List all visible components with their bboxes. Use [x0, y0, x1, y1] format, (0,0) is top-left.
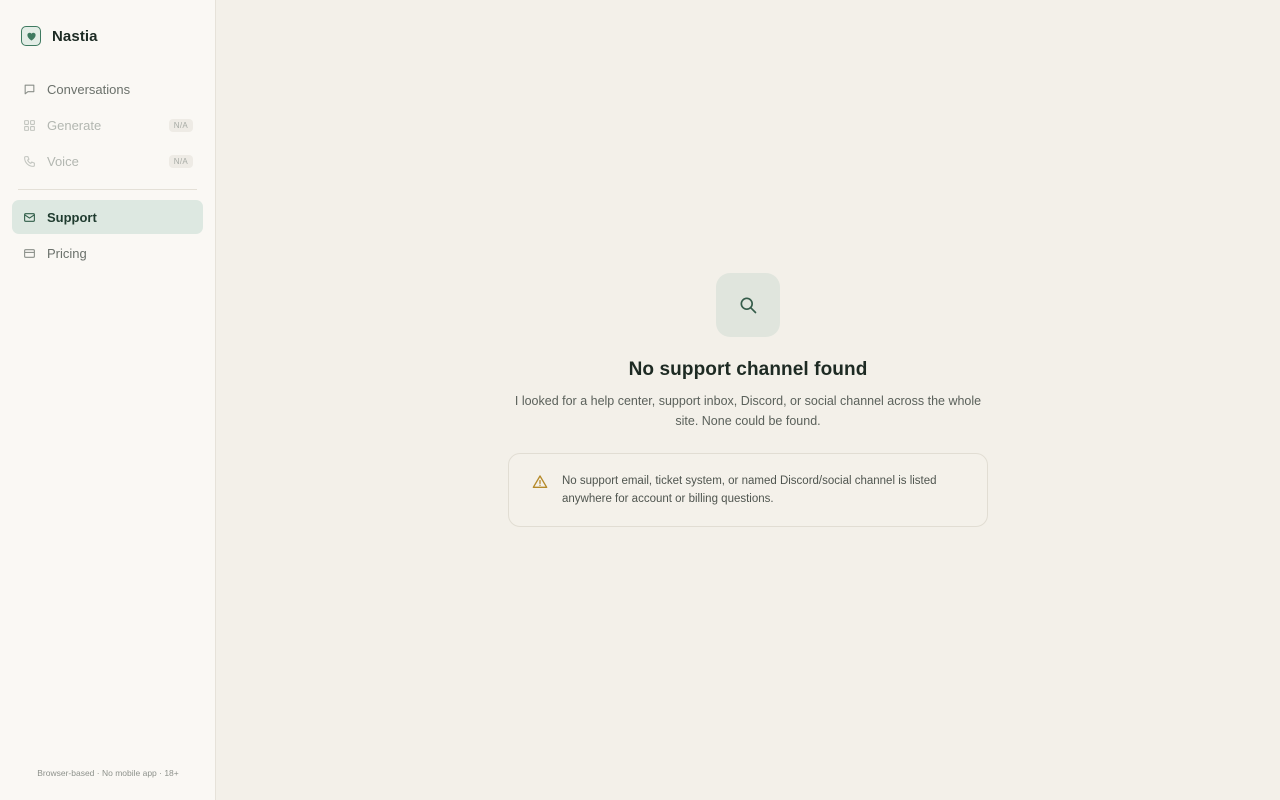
- app-name: Nastia: [52, 27, 98, 45]
- sidebar-item-voice: Voice N/A: [12, 144, 203, 178]
- search-icon: [716, 273, 780, 337]
- sidebar-item-pricing[interactable]: Pricing: [12, 236, 203, 270]
- empty-state-description: I looked for a help center, support inbo…: [514, 394, 982, 428]
- phone-icon: [23, 155, 36, 168]
- credit-card-icon: [23, 247, 36, 260]
- empty-state: No support channel found I looked for a …: [508, 273, 988, 527]
- heart-logo-icon: [21, 26, 41, 46]
- main-content: No support channel found I looked for a …: [216, 0, 1280, 800]
- sidebar-item-label: Generate: [47, 117, 102, 133]
- chat-bubble-icon: [23, 83, 36, 96]
- sidebar: Nastia Conversations Generate N/A Voice …: [0, 0, 216, 800]
- warning-notice: No support email, ticket system, or name…: [508, 453, 988, 527]
- mail-icon: [23, 211, 36, 224]
- sidebar-footer: Browser-based · No mobile app · 18+: [37, 768, 179, 778]
- warning-notice-text: No support email, ticket system, or name…: [562, 475, 937, 505]
- sidebar-item-conversations[interactable]: Conversations: [12, 72, 203, 106]
- na-badge: N/A: [168, 154, 193, 168]
- na-badge: N/A: [168, 118, 193, 132]
- sidebar-item-generate: Generate N/A: [12, 108, 203, 142]
- sidebar-item-support[interactable]: Support: [12, 200, 203, 234]
- sidebar-item-label: Pricing: [47, 245, 87, 261]
- empty-state-title: No support channel found: [628, 359, 868, 380]
- warning-icon: [532, 474, 548, 490]
- sidebar-item-label: Voice: [47, 153, 79, 169]
- sidebar-item-label: Support: [47, 209, 97, 225]
- app-root: Nastia Conversations Generate N/A Voice …: [0, 0, 1280, 800]
- brand[interactable]: Nastia: [12, 0, 203, 72]
- sidebar-nav: Conversations Generate N/A Voice N/A Sup…: [12, 72, 203, 272]
- grid-icon: [23, 119, 36, 132]
- sidebar-item-label: Conversations: [47, 81, 131, 97]
- sidebar-divider: [18, 189, 197, 190]
